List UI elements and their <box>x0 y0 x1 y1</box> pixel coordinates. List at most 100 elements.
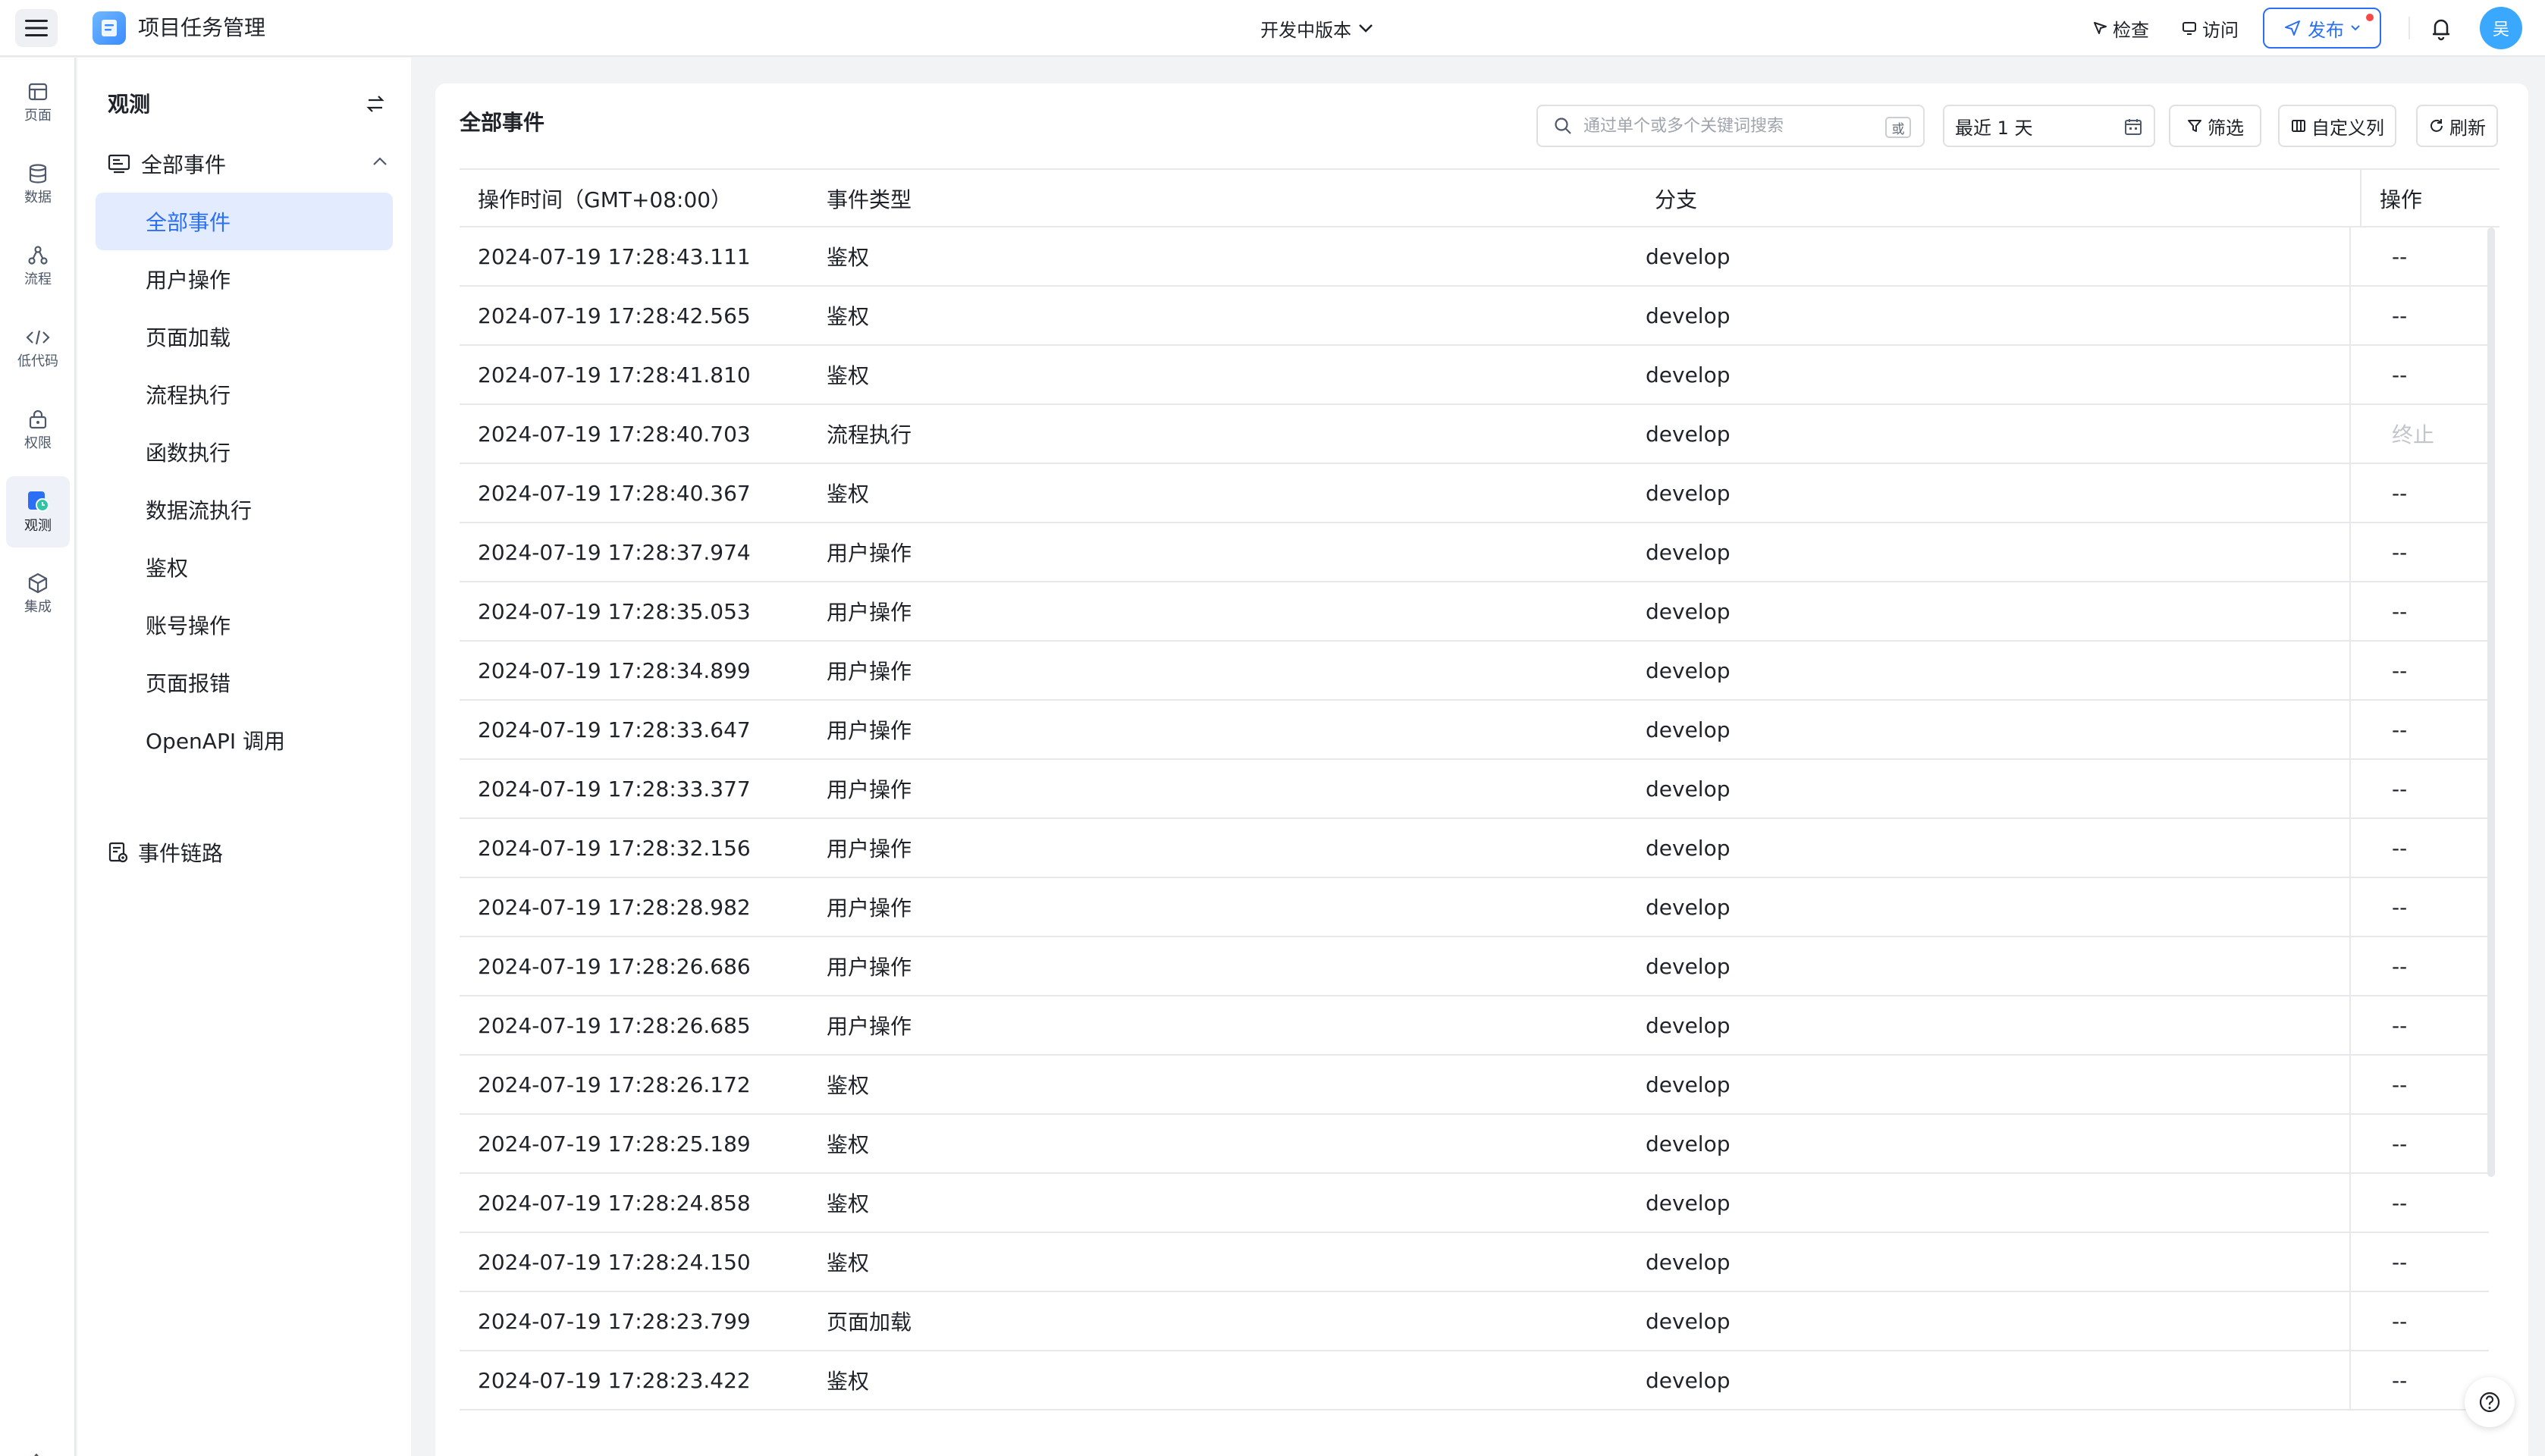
or-toggle[interactable]: 或 <box>1885 117 1911 138</box>
subnav-item-openapi[interactable]: OpenAPI 调用 <box>96 711 393 769</box>
cell-action: -- <box>2392 1249 2408 1275</box>
visit-button[interactable]: 访问 <box>2181 13 2239 43</box>
cell-branch: develop <box>1646 1131 1731 1156</box>
table-row[interactable]: 2024-07-19 17:28:40.367 鉴权 develop -- <box>460 464 2489 523</box>
left-rail: 页面 数据 流程 低代码 权限 观测 集成 <box>0 58 76 1456</box>
group2-label: 事件链路 <box>138 841 224 866</box>
table-row[interactable]: 2024-07-19 17:28:33.377 用户操作 develop -- <box>460 760 2489 819</box>
cell-time: 2024-07-19 17:28:42.565 <box>478 303 751 328</box>
date-range-label: 最近 1 天 <box>1955 117 2033 139</box>
cell-action: -- <box>2392 1012 2408 1038</box>
table-row[interactable]: 2024-07-19 17:28:34.899 用户操作 develop -- <box>460 642 2489 701</box>
cell-event-type: 鉴权 <box>827 1132 870 1157</box>
column-header-action: 操作 <box>2380 187 2423 212</box>
cell-branch: develop <box>1646 480 1731 506</box>
subnav-item-function-exec[interactable]: 函数执行 <box>96 423 393 481</box>
search-input[interactable] <box>1583 116 1856 136</box>
subnav-item-page-error[interactable]: 页面报错 <box>96 654 393 711</box>
main-panel: 全部事件 或 最近 1 天 筛选 自定义列 刷新 操作时间（GMT+08:00）… <box>435 83 2528 1456</box>
table-row[interactable]: 2024-07-19 17:28:26.172 鉴权 develop -- <box>460 1056 2489 1115</box>
column-divider <box>2349 996 2351 1056</box>
cell-time: 2024-07-19 17:28:40.703 <box>478 421 751 447</box>
cell-action: -- <box>2392 598 2408 624</box>
cell-branch: develop <box>1646 894 1731 920</box>
cell-branch: develop <box>1646 835 1731 861</box>
table-row[interactable]: 2024-07-19 17:28:23.799 页面加载 develop -- <box>460 1292 2489 1351</box>
table-row[interactable]: 2024-07-19 17:28:24.150 鉴权 develop -- <box>460 1233 2489 1292</box>
column-divider <box>2349 760 2351 819</box>
table-row[interactable]: 2024-07-19 17:28:37.974 用户操作 develop -- <box>460 523 2489 582</box>
column-divider <box>2349 582 2351 642</box>
help-button[interactable] <box>2465 1377 2515 1427</box>
filter-button[interactable]: 筛选 <box>2169 105 2261 147</box>
rail-item-data[interactable]: 数据 <box>6 149 70 220</box>
table-row[interactable]: 2024-07-19 17:28:24.858 鉴权 develop -- <box>460 1174 2489 1233</box>
rail-item-flow[interactable]: 流程 <box>6 231 70 302</box>
cell-time: 2024-07-19 17:28:33.377 <box>478 776 751 802</box>
cell-time: 2024-07-19 17:28:24.150 <box>478 1249 751 1275</box>
refresh-button[interactable]: 刷新 <box>2416 105 2498 147</box>
group-label: 全部事件 <box>141 152 227 177</box>
version-label: 开发中版本 <box>1260 19 1351 41</box>
group-event-trace[interactable]: 事件链路 <box>108 834 223 871</box>
subnav-item-all-events[interactable]: 全部事件 <box>96 193 393 250</box>
cell-branch: develop <box>1646 421 1731 447</box>
table-row[interactable]: 2024-07-19 17:28:26.686 用户操作 develop -- <box>460 937 2489 996</box>
rail-item-integration[interactable]: 集成 <box>6 558 70 629</box>
cell-time: 2024-07-19 17:28:32.156 <box>478 835 751 861</box>
rail-label: 页面 <box>24 108 52 124</box>
version-selector[interactable]: 开发中版本 <box>1260 13 1374 43</box>
switch-button[interactable] <box>366 94 385 114</box>
rail-item-observe[interactable]: 观测 <box>6 476 70 548</box>
scrollbar[interactable] <box>2487 228 2495 1177</box>
filter-label: 筛选 <box>2208 117 2244 139</box>
subnav-item-page-load[interactable]: 页面加载 <box>96 308 393 366</box>
subnav-item-user-action[interactable]: 用户操作 <box>96 250 393 308</box>
search-box[interactable]: 或 <box>1536 105 1925 147</box>
subnav-item-dataflow-exec[interactable]: 数据流执行 <box>96 481 393 538</box>
cell-action: -- <box>2392 1367 2408 1393</box>
table-row[interactable]: 2024-07-19 17:28:43.111 鉴权 develop -- <box>460 228 2489 287</box>
table-row[interactable]: 2024-07-19 17:28:23.422 鉴权 develop -- <box>460 1351 2489 1410</box>
page-icon <box>28 83 48 101</box>
subnav-item-account-op[interactable]: 账号操作 <box>96 596 393 654</box>
check-button[interactable]: 检查 <box>2092 13 2149 43</box>
date-range-picker[interactable]: 最近 1 天 <box>1943 105 2155 147</box>
flow-icon <box>28 246 48 265</box>
menu-button[interactable] <box>15 9 58 47</box>
bell-button[interactable] <box>2429 14 2453 42</box>
cell-action: -- <box>2392 657 2408 683</box>
subnav-item-auth[interactable]: 鉴权 <box>96 538 393 596</box>
table-row[interactable]: 2024-07-19 17:28:32.156 用户操作 develop -- <box>460 819 2489 878</box>
table-row[interactable]: 2024-07-19 17:28:28.982 用户操作 develop -- <box>460 878 2489 937</box>
settings-button[interactable] <box>23 1451 50 1456</box>
cell-event-type: 用户操作 <box>827 541 912 566</box>
group-all-events[interactable]: 全部事件 <box>108 146 388 182</box>
custom-columns-button[interactable]: 自定义列 <box>2278 105 2396 147</box>
table-row[interactable]: 2024-07-19 17:28:26.685 用户操作 develop -- <box>460 996 2489 1056</box>
column-divider <box>2360 170 2361 228</box>
custom-columns-label: 自定义列 <box>2311 117 2384 139</box>
subnav-item-flow-exec[interactable]: 流程执行 <box>96 366 393 423</box>
cell-branch: develop <box>1646 1190 1731 1216</box>
rail-item-page[interactable]: 页面 <box>6 67 70 138</box>
cell-branch: develop <box>1646 1308 1731 1334</box>
table-row[interactable]: 2024-07-19 17:28:40.703 流程执行 develop 终止 <box>460 405 2489 464</box>
chevron-up-icon <box>373 157 387 165</box>
rail-item-permission[interactable]: 权限 <box>6 394 70 466</box>
columns-icon <box>2292 120 2305 132</box>
table-row[interactable]: 2024-07-19 17:28:25.189 鉴权 develop -- <box>460 1115 2489 1174</box>
cell-time: 2024-07-19 17:28:43.111 <box>478 243 751 269</box>
cell-event-type: 鉴权 <box>827 304 870 329</box>
table-row[interactable]: 2024-07-19 17:28:35.053 用户操作 develop -- <box>460 582 2489 642</box>
table-row[interactable]: 2024-07-19 17:28:33.647 用户操作 develop -- <box>460 701 2489 760</box>
cell-branch: develop <box>1646 1249 1731 1275</box>
table-row[interactable]: 2024-07-19 17:28:42.565 鉴权 develop -- <box>460 287 2489 346</box>
cell-branch: develop <box>1646 362 1731 388</box>
avatar[interactable]: 吴 <box>2480 7 2522 49</box>
column-divider <box>2349 1292 2351 1351</box>
publish-button[interactable]: 发布 <box>2263 8 2381 49</box>
table-row[interactable]: 2024-07-19 17:28:41.810 鉴权 develop -- <box>460 346 2489 405</box>
rail-item-lowcode[interactable]: 低代码 <box>6 312 70 384</box>
cell-action: -- <box>2392 953 2408 979</box>
